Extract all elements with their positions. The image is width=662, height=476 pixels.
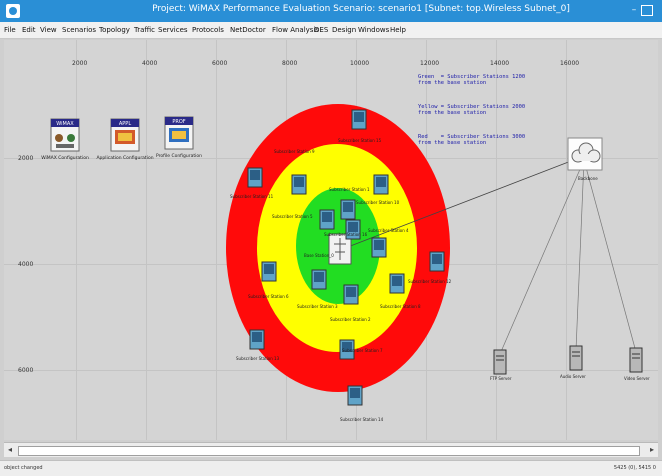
node-label: Subscriber Station 13 bbox=[236, 356, 280, 361]
scroll-right-arrow-icon[interactable]: ▸ bbox=[646, 444, 658, 456]
menu-bar: File Edit View Scenarios Topology Traffi… bbox=[0, 22, 662, 39]
node-label: Base Station_0 bbox=[304, 253, 334, 258]
video-server-node[interactable]: Video Server bbox=[624, 347, 650, 381]
server-link[interactable] bbox=[583, 159, 637, 353]
minimize-button[interactable]: – bbox=[626, 3, 642, 18]
menu-services[interactable]: Services bbox=[158, 26, 188, 34]
scroll-left-arrow-icon[interactable]: ◂ bbox=[4, 444, 16, 456]
menu-edit[interactable]: Edit bbox=[22, 26, 36, 34]
network-canvas[interactable]: Base Station_0 Subscriber Station 1 Subs… bbox=[4, 40, 658, 440]
node-label: Subscriber Station 15 bbox=[338, 138, 382, 143]
menu-file[interactable]: File bbox=[4, 26, 16, 34]
audio-server-node[interactable]: Audio Server bbox=[560, 345, 586, 379]
menu-netdoctor[interactable]: NetDoctor bbox=[230, 26, 266, 34]
menu-design[interactable]: Design bbox=[332, 26, 356, 34]
ftp-server-node[interactable]: FTP Server bbox=[490, 349, 512, 381]
node-label: Video Server bbox=[624, 376, 650, 381]
server-link[interactable] bbox=[575, 159, 585, 351]
node-label: Subscriber Station 2 bbox=[330, 317, 371, 322]
server-link[interactable] bbox=[499, 159, 585, 355]
menu-view[interactable]: View bbox=[40, 26, 57, 34]
node-label: FTP Server bbox=[490, 376, 512, 381]
title-bar: Project: WiMAX Performance Evaluation Sc… bbox=[0, 0, 662, 22]
window-title: Project: WiMAX Performance Evaluation Sc… bbox=[152, 4, 570, 14]
menu-scenarios[interactable]: Scenarios bbox=[62, 26, 96, 34]
node-label: Subscriber Station 5 bbox=[272, 214, 313, 219]
node-label: Subscriber Station 6 bbox=[248, 294, 289, 299]
server-icon bbox=[569, 345, 583, 371]
app-icon[interactable] bbox=[6, 4, 20, 18]
node-label: Subscriber Station 10 bbox=[356, 200, 400, 205]
status-bar: object changed 5425 (0), 5415 0 bbox=[0, 460, 662, 476]
menu-topology[interactable]: Topology bbox=[99, 26, 130, 34]
menu-traffic[interactable]: Traffic bbox=[134, 26, 155, 34]
menu-flow-analysis[interactable]: Flow Analysis bbox=[272, 26, 319, 34]
node-label: Subscriber Station 7 bbox=[342, 348, 383, 353]
backbone-cloud-node[interactable]: Backbone bbox=[567, 137, 603, 181]
node-label: Subscriber Station 12 bbox=[408, 279, 452, 284]
server-icon bbox=[629, 347, 643, 373]
node-label: Subscriber Station 4 bbox=[368, 228, 409, 233]
node-label: Backbone bbox=[578, 176, 598, 181]
server-icon bbox=[493, 349, 507, 375]
node-label: Subscriber Station 1 bbox=[329, 187, 370, 192]
node-label: Subscriber Station 14 bbox=[340, 417, 384, 422]
node-label: Subscriber Station 16 bbox=[324, 232, 368, 237]
node-label: Subscriber Station 3 bbox=[297, 304, 338, 309]
project-workspace[interactable]: 2000 4000 6000 8000 10000 12000 14000 16… bbox=[4, 40, 658, 440]
node-label: Subscriber Station 8 bbox=[380, 304, 421, 309]
menu-windows[interactable]: Windows bbox=[358, 26, 389, 34]
menu-des[interactable]: DES bbox=[314, 26, 328, 34]
status-coordinates: 5425 (0), 5415 0 bbox=[613, 465, 656, 471]
node-label: Audio Server bbox=[560, 374, 586, 379]
menu-help[interactable]: Help bbox=[390, 26, 406, 34]
maximize-button[interactable] bbox=[641, 5, 653, 16]
node-label: Subscriber Station 9 bbox=[274, 149, 315, 154]
horizontal-scrollbar[interactable]: ◂ ▸ bbox=[4, 442, 658, 457]
menu-protocols[interactable]: Protocols bbox=[192, 26, 224, 34]
scrollbar-thumb[interactable] bbox=[18, 446, 640, 456]
status-message: object changed bbox=[4, 465, 43, 471]
node-label: Subscriber Station 11 bbox=[230, 194, 274, 199]
